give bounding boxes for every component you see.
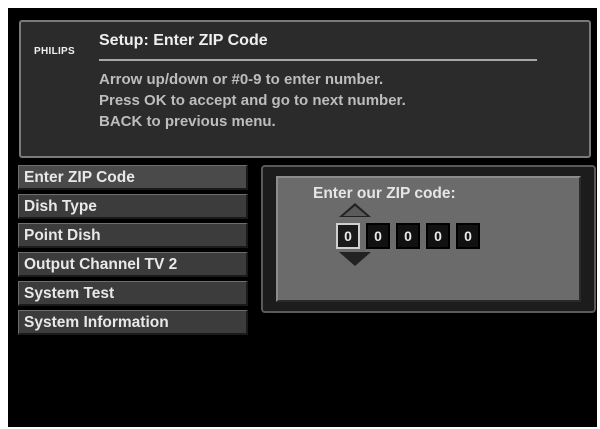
menu-item-system-information[interactable]: System Information (18, 310, 248, 335)
arrow-down-icon[interactable] (339, 252, 371, 266)
menu-item-output-channel[interactable]: Output Channel TV 2 (18, 252, 248, 277)
tv-screen: PHILIPS Setup: Enter ZIP Code Arrow up/d… (8, 8, 597, 427)
zip-digit-3[interactable]: 0 (396, 223, 420, 249)
instruction-line: BACK to previous menu. (99, 113, 276, 130)
menu-item-label: System Information (24, 314, 169, 331)
zip-entry-panel: Enter our ZIP code: 0 0 0 0 0 (261, 165, 596, 313)
digit-value: 0 (374, 228, 382, 244)
arrow-up-icon[interactable] (339, 203, 371, 217)
zip-digit-2[interactable]: 0 (366, 223, 390, 249)
zip-entry-box: Enter our ZIP code: 0 0 0 0 0 (276, 176, 581, 302)
menu-item-system-test[interactable]: System Test (18, 281, 248, 306)
brand-logo: PHILIPS (34, 46, 75, 57)
zip-prompt: Enter our ZIP code: (313, 185, 456, 202)
zip-digit-1[interactable]: 0 (336, 223, 360, 249)
menu-item-dish-type[interactable]: Dish Type (18, 194, 248, 219)
zip-digits: 0 0 0 0 0 (336, 223, 480, 249)
digit-value: 0 (344, 228, 352, 244)
header-panel: PHILIPS Setup: Enter ZIP Code Arrow up/d… (19, 20, 591, 158)
menu-item-label: System Test (24, 285, 115, 302)
zip-digit-5[interactable]: 0 (456, 223, 480, 249)
menu-item-enter-zip-code[interactable]: Enter ZIP Code (18, 165, 248, 190)
page-title: Setup: Enter ZIP Code (99, 32, 268, 49)
digit-value: 0 (434, 228, 442, 244)
setup-menu: Enter ZIP Code Dish Type Point Dish Outp… (18, 165, 250, 339)
zip-digit-4[interactable]: 0 (426, 223, 450, 249)
title-divider (99, 59, 537, 61)
menu-item-label: Point Dish (24, 227, 101, 244)
menu-item-point-dish[interactable]: Point Dish (18, 223, 248, 248)
digit-value: 0 (404, 228, 412, 244)
menu-item-label: Enter ZIP Code (24, 169, 135, 186)
menu-item-label: Dish Type (24, 198, 97, 215)
digit-value: 0 (464, 228, 472, 244)
instruction-line: Arrow up/down or #0-9 to enter number. (99, 71, 384, 88)
menu-item-label: Output Channel TV 2 (24, 256, 178, 273)
instructions-list: Arrow up/down or #0-9 to enter number. P… (99, 69, 406, 132)
instruction-line: Press OK to accept and go to next number… (99, 92, 406, 109)
